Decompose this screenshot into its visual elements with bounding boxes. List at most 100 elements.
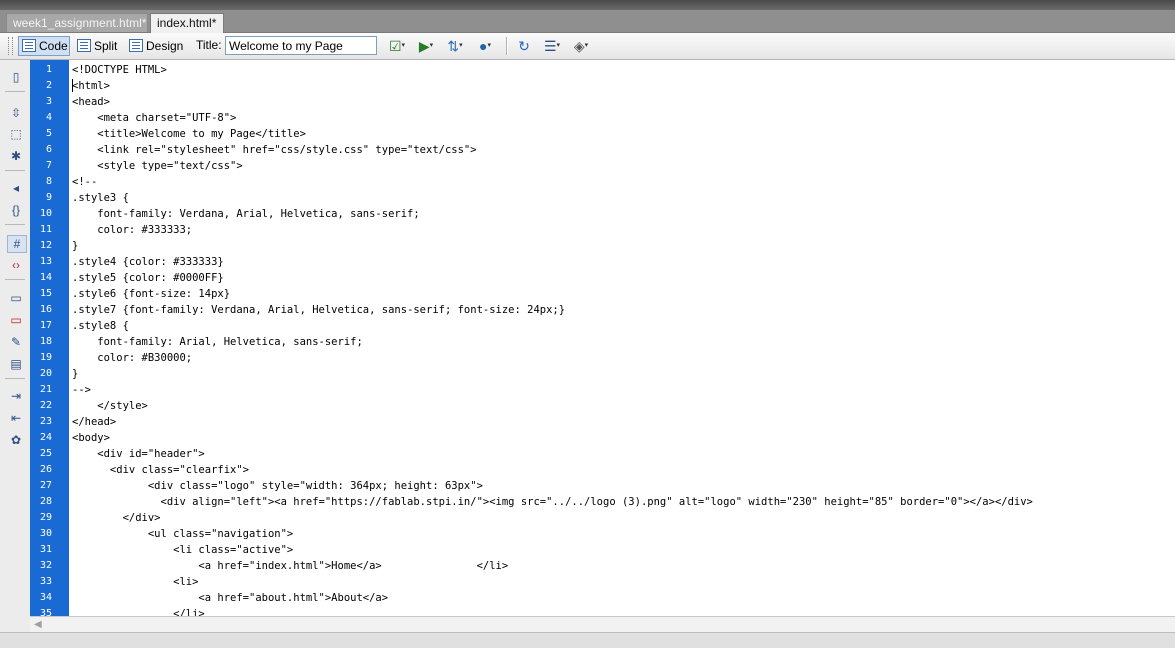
code-line[interactable]: --> (72, 382, 91, 398)
code-line[interactable]: .style5 {color: #0000FF} (72, 270, 224, 286)
code-line[interactable]: </div> (72, 510, 161, 526)
line-number[interactable]: 26 (22, 462, 52, 478)
code-line[interactable]: color: #B30000; (72, 350, 192, 366)
code-line[interactable]: </head> (72, 414, 116, 430)
code-line[interactable]: <li> (72, 574, 198, 590)
code-line[interactable]: <div class="clearfix"> (72, 462, 249, 478)
code-line[interactable]: font-family: Verdana, Arial, Helvetica, … (72, 206, 419, 222)
line-number[interactable]: 18 (22, 334, 52, 350)
code-line[interactable]: font-family: Arial, Helvetica, sans-seri… (72, 334, 363, 350)
code-line[interactable]: <html> (72, 78, 110, 94)
line-number[interactable]: 10 (22, 206, 52, 222)
line-number[interactable]: 27 (22, 478, 52, 494)
line-number[interactable]: 9 (22, 190, 52, 206)
line-number[interactable]: 33 (22, 574, 52, 590)
design-view-label: Design (146, 39, 184, 53)
scroll-left-arrow-icon[interactable]: ◀ (34, 619, 42, 630)
line-number[interactable]: 19 (22, 350, 52, 366)
line-number[interactable]: 21 (22, 382, 52, 398)
code-line[interactable]: <div align="left"><a href="https://fabla… (72, 494, 1033, 510)
line-number[interactable]: 30 (22, 526, 52, 542)
line-number[interactable]: 29 (22, 510, 52, 526)
code-line[interactable]: .style3 { (72, 190, 129, 206)
line-number[interactable]: 2 (22, 78, 52, 94)
line-number[interactable]: 23 (22, 414, 52, 430)
title-label: Title: (196, 38, 222, 52)
visual-aids-icon[interactable]: ◈▾ (570, 37, 592, 55)
view-options-icon[interactable]: ☰▾ (541, 37, 563, 55)
line-number-gutter: 1 2 3 4 5 6 7 8 9 10 11 12 13 14 15 16 17 18 19 20 21 22 23 24 2… (30, 60, 69, 619)
code-line[interactable]: </li> (72, 606, 205, 616)
line-number[interactable]: 3 (22, 94, 52, 110)
line-number[interactable]: 5 (22, 126, 52, 142)
code-line[interactable]: <head> (72, 94, 110, 110)
code-line[interactable]: .style4 {color: #333333} (72, 254, 224, 270)
code-line[interactable]: <div id="header"> (72, 446, 204, 462)
split-view-label: Split (94, 39, 118, 53)
design-view-icon (129, 39, 143, 52)
code-line[interactable]: <link rel="stylesheet" href="css/style.c… (72, 142, 476, 158)
line-number[interactable]: 14 (22, 270, 52, 286)
document-title-input[interactable] (225, 36, 377, 55)
code-line[interactable]: <ul class="navigation"> (72, 526, 293, 542)
left-frame-bottom (0, 616, 30, 632)
preview-in-browser-icon[interactable]: ▶▾ (415, 37, 437, 55)
line-number[interactable]: 12 (22, 238, 52, 254)
line-number[interactable]: 22 (22, 398, 52, 414)
line-number[interactable]: 15 (22, 286, 52, 302)
code-view-label: Code (39, 39, 68, 53)
code-line[interactable]: <title>Welcome to my Page</title> (72, 126, 306, 142)
code-line[interactable]: <!DOCTYPE HTML> (72, 62, 167, 78)
line-number[interactable]: 25 (22, 446, 52, 462)
code-line[interactable]: } (72, 238, 78, 254)
line-number[interactable]: 1 (22, 62, 52, 78)
globe-icon[interactable]: ●▾ (474, 37, 496, 55)
line-number[interactable]: 32 (22, 558, 52, 574)
code-line[interactable]: <li class="active"> (72, 542, 293, 558)
code-view-button[interactable]: Code (18, 36, 70, 56)
refresh-icon[interactable]: ↻ (513, 37, 535, 55)
status-bar (0, 632, 1175, 648)
tab-week1-assignment[interactable]: week1_assignment.html* (6, 13, 148, 32)
line-number[interactable]: 28 (22, 494, 52, 510)
code-line[interactable]: <!-- (72, 174, 97, 190)
toolbar-grip[interactable] (8, 37, 13, 55)
code-editor[interactable]: <!DOCTYPE HTML> <html> <head> <meta charse… (69, 60, 1175, 616)
horizontal-scrollbar[interactable]: ◀ (30, 616, 1175, 633)
code-line[interactable]: color: #333333; (72, 222, 192, 238)
line-number[interactable]: 4 (22, 110, 52, 126)
text-caret (72, 79, 73, 92)
file-management-icon[interactable]: ⇅▾ (444, 37, 466, 55)
code-line[interactable]: <div class="logo" style="width: 364px; h… (72, 478, 483, 494)
line-number[interactable]: 17 (22, 318, 52, 334)
design-view-button[interactable]: Design (125, 36, 185, 56)
line-number[interactable]: 13 (22, 254, 52, 270)
line-number[interactable]: 7 (22, 158, 52, 174)
code-line[interactable]: </style> (72, 398, 148, 414)
line-number[interactable]: 11 (22, 222, 52, 238)
code-line[interactable]: .style8 { (72, 318, 129, 334)
toolbar-separator (506, 37, 508, 55)
code-line[interactable]: <style type="text/css"> (72, 158, 242, 174)
code-line[interactable]: .style7 {font-family: Verdana, Arial, He… (72, 302, 565, 318)
line-number[interactable]: 31 (22, 542, 52, 558)
code-line[interactable]: } (72, 366, 78, 382)
tab-index-html[interactable]: index.html* (150, 13, 224, 33)
line-number[interactable]: 16 (22, 302, 52, 318)
line-number[interactable]: 24 (22, 430, 52, 446)
line-number[interactable]: 8 (22, 174, 52, 190)
document-toolbar: Code Split Design Title: ☑▾ ▶▾ ⇅▾ ●▾ ↻ ☰… (0, 33, 1175, 60)
window-top-strip (0, 0, 1175, 10)
code-line[interactable]: <a href="about.html">About</a> (72, 590, 388, 606)
split-view-button[interactable]: Split (73, 36, 121, 56)
line-number[interactable]: 20 (22, 366, 52, 382)
document-tabs-bar: week1_assignment.html* index.html* (0, 10, 1175, 33)
line-number[interactable]: 6 (22, 142, 52, 158)
code-line[interactable]: <meta charset="UTF-8"> (72, 110, 236, 126)
code-view-icon (22, 39, 36, 52)
code-line[interactable]: <a href="index.html">Home</a> </li> (72, 558, 508, 574)
validate-markup-icon[interactable]: ☑▾ (386, 37, 408, 55)
code-line[interactable]: .style6 {font-size: 14px} (72, 286, 230, 302)
code-line[interactable]: <body> (72, 430, 110, 446)
line-number[interactable]: 34 (22, 590, 52, 606)
